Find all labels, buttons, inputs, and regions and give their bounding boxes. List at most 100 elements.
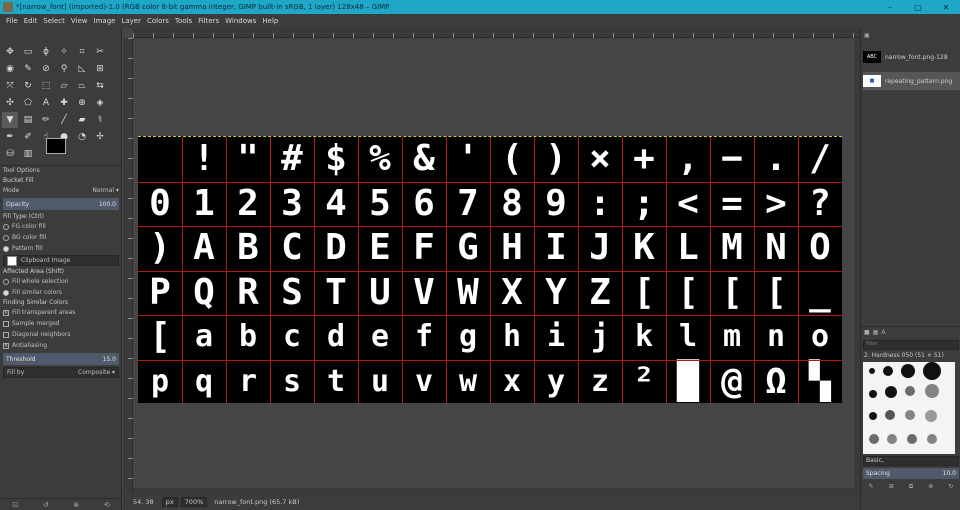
antialiasing-option[interactable]: ✕ Antialiasing [0,340,122,351]
zoom-selector[interactable]: 700% [180,497,208,507]
brush-spacing-slider[interactable]: Spacing 10.0 [863,468,959,479]
move-tool-icon[interactable]: ✥ [2,44,18,60]
radio-icon[interactable] [3,223,9,230]
patterns-tab-icon[interactable]: ▦ [873,329,879,336]
brush-grid[interactable] [863,362,955,454]
chevron-down-icon[interactable]: ▾ [114,187,119,194]
brush-item[interactable] [869,412,877,420]
unified-transform-icon[interactable]: ⤧ [2,78,18,94]
vertical-ruler[interactable] [123,38,133,494]
duplicate-brush-icon[interactable]: ⧉ [909,483,913,491]
image-list-item[interactable]: ABC narrow_font.png-128 [863,48,960,66]
brush-item[interactable] [925,384,939,398]
measure-icon[interactable]: ◺ [74,61,90,77]
perspective-icon[interactable]: ⏢ [74,78,90,94]
warp-transform-icon[interactable]: ✣ [2,95,18,111]
pencil-icon[interactable]: ✏ [38,112,54,128]
fill-bg-option[interactable]: BG color fill [0,232,122,243]
fonts-tab-icon[interactable]: A [881,329,885,336]
brush-preset-field[interactable]: Basic, [863,456,959,466]
align-icon[interactable]: ⊞ [92,61,108,77]
airbrush-icon[interactable]: ⚕ [92,112,108,128]
pattern-selector[interactable]: Clipboard Image [3,255,119,266]
opacity-slider[interactable]: Opacity 100.0 [3,198,119,210]
brush-item[interactable] [905,386,915,396]
bucket-icon-2[interactable]: ⛁ [2,146,18,162]
fill-pattern-option[interactable]: Pattern fill [0,243,122,254]
foreground-select-icon[interactable]: ◉ [2,61,18,77]
rect-select-icon[interactable]: ▭ [20,44,36,60]
threshold-slider[interactable]: Threshold 15.0 [3,353,119,365]
fg-bg-color-swatches[interactable] [44,136,78,162]
canvas-area[interactable]: ! " # $% & ' () × +, −. / 0 1 2 3 4 5 6 7 8 9:; < = >?) A B C D E F G H… [123,28,860,494]
free-select-icon[interactable]: ϕ [38,44,54,60]
unit-selector[interactable]: px [161,497,178,507]
fill-transparent-option[interactable]: ✕ Fill transparent areas [0,307,122,318]
close-button[interactable]: ✕ [932,0,960,14]
checkbox-icon[interactable] [3,331,9,338]
menu-tools[interactable]: Tools [172,17,195,25]
tool-options-tab[interactable]: Tool Options [0,165,122,175]
image-list-item-selected[interactable]: ■ repeating_pattern.png [863,72,960,90]
brush-item[interactable] [927,434,937,444]
shear-icon[interactable]: ▱ [56,78,72,94]
menu-colors[interactable]: Colors [144,17,172,25]
refresh-brushes-icon[interactable]: ↻ [948,483,953,490]
heal-brush-icon[interactable]: ✢ [92,129,108,145]
scissors-icon[interactable]: ✂ [92,44,108,60]
brush-filter-input[interactable]: filter [863,340,959,350]
menu-view[interactable]: View [68,17,91,25]
area-selection-option[interactable]: Fill whole selection [0,276,122,287]
rotate-icon[interactable]: ↻ [20,78,36,94]
minimize-button[interactable]: – [876,0,904,14]
cage-transform-icon[interactable]: ⬠ [20,95,36,111]
clone-icon[interactable]: ⊕ [74,95,90,111]
brush-item[interactable] [923,362,941,380]
flip-icon[interactable]: ⇆ [92,78,108,94]
new-brush-icon[interactable]: ⊞ [889,483,894,490]
fuzzy-select-icon[interactable]: ✧ [56,44,72,60]
eraser-icon[interactable]: ▰ [74,112,90,128]
brush-item[interactable] [925,410,937,422]
checkbox-checked-icon[interactable]: ✕ [3,309,9,316]
font-image-canvas[interactable]: ! " # $% & ' () × +, −. / 0 1 2 3 4 5 6 7 8 9:; < = >?) A B C D E F G H… [138,136,842,404]
zoom-icon[interactable]: ⚲ [56,61,72,77]
gradient-icon-2[interactable]: ▥ [20,146,36,162]
foreground-color-swatch[interactable] [46,138,66,154]
menu-help[interactable]: Help [259,17,281,25]
brush-item[interactable] [869,390,877,398]
text-tool-icon[interactable]: A [38,95,54,111]
edit-brush-icon[interactable]: ✎ [869,483,874,490]
menu-layer[interactable]: Layer [118,17,144,25]
scale-icon[interactable]: ⬚ [38,78,54,94]
delete-brush-icon[interactable]: ⊗ [928,483,933,490]
restore-preset-icon[interactable]: ↺ [43,501,49,509]
menu-select[interactable]: Select [40,17,68,25]
fill-fg-option[interactable]: FG color fill [0,221,122,232]
radio-selected-icon[interactable] [3,245,9,252]
crop-icon[interactable]: ⌗ [74,44,90,60]
sample-merged-option[interactable]: Sample merged [0,318,122,329]
brush-item[interactable] [869,434,879,444]
gradient-icon[interactable]: ▤ [20,112,36,128]
bucket-fill-icon[interactable]: ▼ [2,112,18,128]
pattern-swatch-icon[interactable] [7,255,17,266]
area-similar-option[interactable]: Fill similar colors [0,287,122,298]
paths-icon[interactable]: ✎ [20,61,36,77]
brush-item[interactable] [885,386,897,398]
mypaint-brush-icon[interactable]: ✐ [20,129,36,145]
reset-icon[interactable]: ⟲ [104,501,110,509]
radio-icon[interactable] [3,234,9,241]
horizontal-ruler[interactable] [133,28,860,38]
gegl-icon[interactable]: ◈ [92,95,108,111]
brush-item[interactable] [883,366,893,376]
delete-preset-icon[interactable]: ⊗ [73,501,79,509]
chevron-down-icon[interactable]: ▾ [110,369,115,376]
menu-filters[interactable]: Filters [195,17,222,25]
color-picker-icon[interactable]: ⊘ [38,61,54,77]
menu-file[interactable]: File [3,17,21,25]
checkbox-icon[interactable] [3,320,9,327]
brush-item[interactable] [869,368,875,374]
ink-icon[interactable]: ✒ [2,129,18,145]
radio-icon[interactable] [3,278,9,285]
